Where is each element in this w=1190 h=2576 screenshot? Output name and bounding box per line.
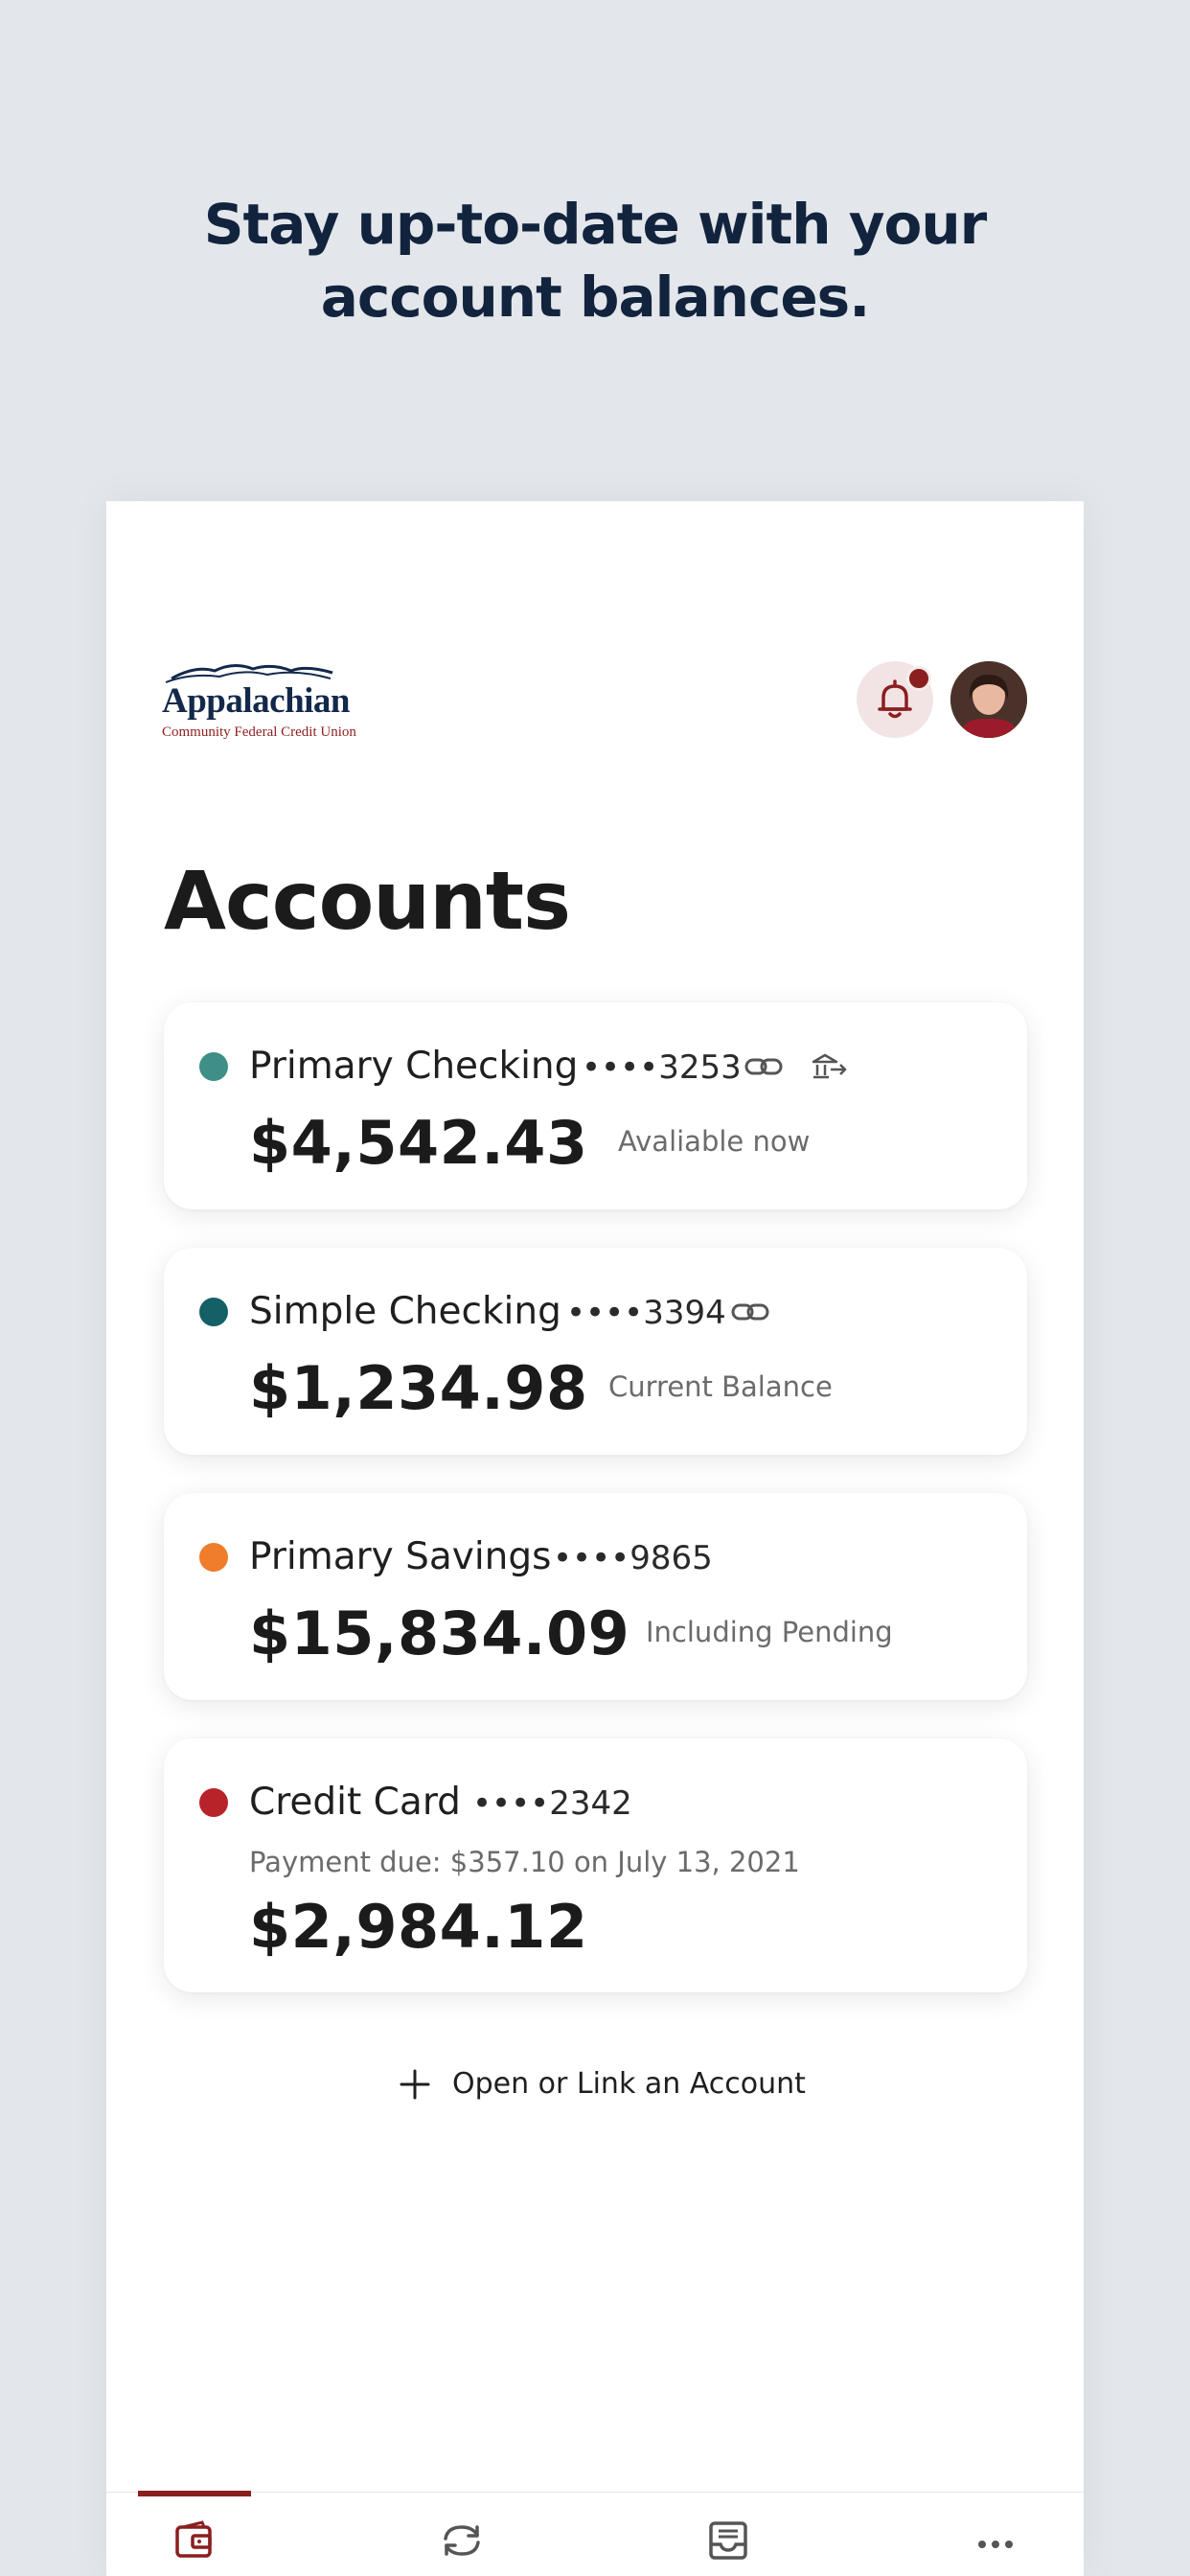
- account-balance: $1,234.98: [249, 1353, 588, 1423]
- nav-transfers[interactable]: [404, 2493, 519, 2576]
- open-or-link-account-label: Open or Link an Account: [452, 2067, 806, 2101]
- inbox-icon: [709, 2521, 747, 2560]
- logo-name: Appalachian: [162, 681, 351, 721]
- account-card-simple-checking[interactable]: Simple Checking ••••3394 $1,234.98 Curre…: [164, 1248, 1027, 1455]
- account-name: Primary Savings: [249, 1535, 552, 1578]
- account-name: Simple Checking: [249, 1290, 561, 1333]
- account-number: ••••2342: [472, 1784, 632, 1823]
- brand-logo: Appalachian Community Federal Credit Uni…: [162, 659, 356, 746]
- account-card-primary-checking[interactable]: Primary Checking ••••3253 $4,542.43 Aval…: [164, 1002, 1027, 1209]
- account-name: Primary Checking: [249, 1045, 579, 1088]
- profile-photo-icon: [950, 661, 1027, 738]
- wallet-icon: [175, 2520, 212, 2558]
- account-balance: $4,542.43: [249, 1108, 588, 1178]
- account-balance: $2,984.12: [249, 1892, 588, 1962]
- account-color-dot: [199, 1052, 228, 1081]
- payment-due-text: Payment due: $357.10 on July 13, 2021: [249, 1846, 800, 1878]
- account-balance: $15,834.09: [249, 1598, 630, 1668]
- nav-accounts[interactable]: [137, 2493, 252, 2576]
- account-number: ••••3394: [566, 1294, 726, 1332]
- account-color-dot: [199, 1543, 228, 1572]
- more-icon: [978, 2541, 1013, 2548]
- account-color-dot: [199, 1788, 228, 1817]
- avatar[interactable]: [950, 661, 1027, 738]
- notifications-button[interactable]: [857, 661, 933, 738]
- bank-transfer-icon: [810, 1050, 848, 1083]
- app-screen: Appalachian Community Federal Credit Uni…: [106, 501, 1084, 2576]
- promo-headline: Stay up-to-date with your account balanc…: [0, 188, 1190, 334]
- bottom-navigation: [106, 2491, 1084, 2576]
- promo-headline-line1: Stay up-to-date with your: [203, 192, 988, 257]
- transfer-icon: [444, 2525, 480, 2556]
- notification-badge: [906, 666, 931, 691]
- balance-note: Current Balance: [608, 1370, 833, 1403]
- account-number: ••••9865: [553, 1539, 713, 1577]
- balance-note: Including Pending: [646, 1616, 893, 1648]
- promo-headline-line2: account balances.: [320, 264, 871, 330]
- account-card-primary-savings[interactable]: Primary Savings ••••9865 $15,834.09 Incl…: [164, 1493, 1027, 1700]
- link-icon: [744, 1050, 783, 1083]
- app-header: Appalachian Community Federal Credit Uni…: [106, 501, 1084, 789]
- account-color-dot: [199, 1298, 228, 1326]
- open-or-link-account-button[interactable]: Open or Link an Account: [399, 2067, 806, 2101]
- page-title: Accounts: [164, 854, 571, 948]
- account-number: ••••3253: [582, 1048, 742, 1087]
- link-icon: [731, 1296, 769, 1328]
- nav-more[interactable]: [938, 2493, 1053, 2576]
- plus-icon: [400, 2069, 430, 2099]
- account-name: Credit Card: [249, 1781, 461, 1824]
- logo-subtitle: Community Federal Credit Union: [162, 724, 356, 740]
- account-card-credit-card[interactable]: Credit Card ••••2342 Payment due: $357.1…: [164, 1738, 1027, 1992]
- balance-note: Avaliable now: [618, 1125, 811, 1158]
- nav-inbox[interactable]: [671, 2493, 786, 2576]
